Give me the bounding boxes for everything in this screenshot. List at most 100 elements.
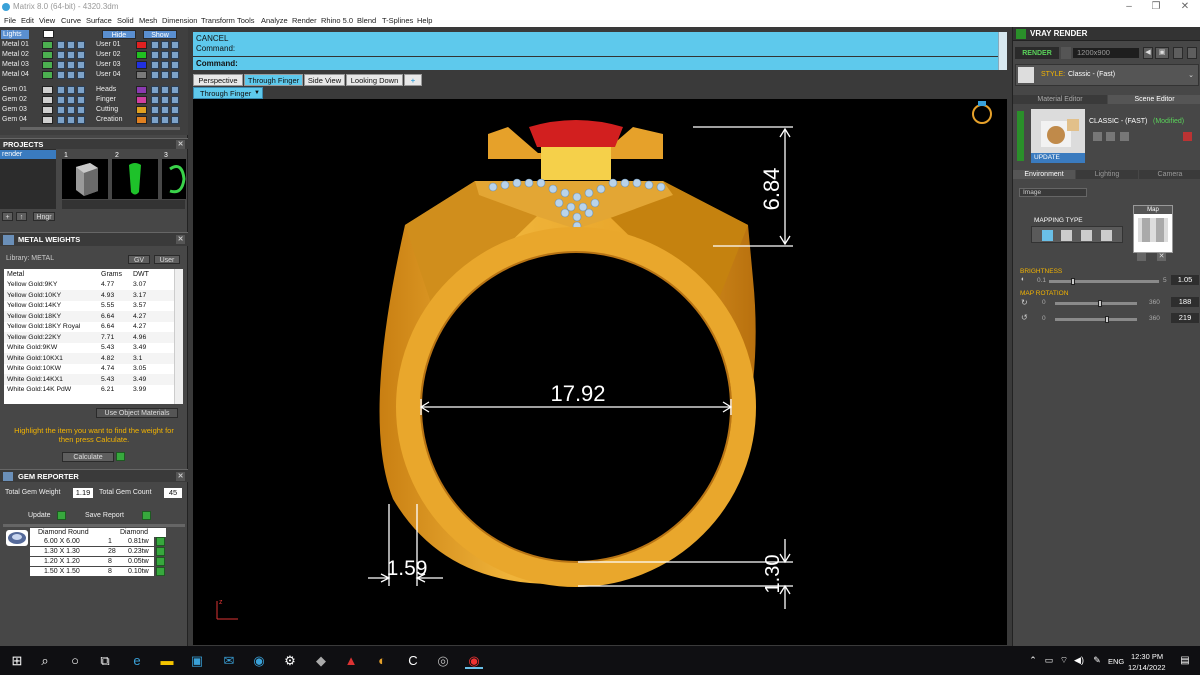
layer-right-1-label[interactable]: User 02	[96, 51, 121, 58]
layer-right-3-toggle-2[interactable]	[171, 71, 179, 79]
layer-right-3-label[interactable]: User 04	[96, 71, 121, 78]
rotation1-knob[interactable]	[1097, 300, 1102, 307]
layer-left-6-toggle-0[interactable]	[57, 106, 65, 114]
rhino-icon[interactable]: ◆	[312, 652, 330, 669]
table-row[interactable]: White Gold:14KX1 5.43 3.49	[4, 374, 174, 385]
layer-right-2-toggle-1[interactable]	[161, 61, 169, 69]
rotation1-value[interactable]: 188	[1171, 297, 1199, 307]
table-row[interactable]: White Gold:14K PdW 6.21 3.99	[4, 385, 174, 396]
layer-right-5-toggle-2[interactable]	[171, 96, 179, 104]
layer-left-4-toggle-2[interactable]	[77, 86, 85, 94]
layer-right-2-color[interactable]	[136, 61, 147, 69]
layer-right-3-color[interactable]	[136, 71, 147, 79]
layer-left-5-toggle-0[interactable]	[57, 96, 65, 104]
hide-toggle[interactable]: Hide	[102, 30, 136, 39]
layer-left-1-toggle-1[interactable]	[67, 51, 75, 59]
layer-right-6-toggle-1[interactable]	[161, 106, 169, 114]
layer-right-0-color[interactable]	[136, 41, 147, 49]
use-object-materials[interactable]: Use Object Materials	[96, 408, 178, 418]
menu-tsplines[interactable]: T-Splines	[382, 14, 413, 27]
menu-tools[interactable]: Tools	[237, 14, 255, 27]
update-go-icon[interactable]	[57, 511, 66, 520]
rotation2-slider[interactable]	[1055, 318, 1137, 321]
image-select[interactable]: Image	[1019, 188, 1087, 197]
layer-left-5-color[interactable]	[42, 96, 53, 104]
viewport-label[interactable]: Through Finger ▼	[193, 87, 263, 99]
layer-left-0-toggle-0[interactable]	[57, 41, 65, 49]
layer-right-6-toggle-0[interactable]	[151, 106, 159, 114]
layer-left-3-label[interactable]: Metal 04	[2, 71, 29, 78]
chevron-down-icon[interactable]: ⌄	[1188, 71, 1194, 79]
tab-lighting[interactable]: Lighting	[1076, 170, 1138, 179]
close-button[interactable]: ✕	[1172, 0, 1198, 14]
gem-row[interactable]: 1.50 X 1.50 8 0.10tw	[30, 567, 154, 576]
menu-edit[interactable]: Edit	[21, 14, 34, 27]
layer-right-4-toggle-2[interactable]	[171, 86, 179, 94]
project-up-button[interactable]: ↑	[16, 212, 27, 221]
layer-left-3-toggle-1[interactable]	[67, 71, 75, 79]
menu-analyze[interactable]: Analyze	[261, 14, 288, 27]
viewport[interactable]: 6.84 17.92 1.59 1.30 z	[193, 99, 1007, 645]
layer-right-4-label[interactable]: Heads	[96, 86, 116, 93]
menu-dimension[interactable]: Dimension	[162, 14, 197, 27]
layer-left-0-toggle-1[interactable]	[67, 41, 75, 49]
layer-right-7-label[interactable]: Creation	[96, 116, 122, 123]
clock-date[interactable]: 12/14/2022	[1128, 663, 1166, 672]
layer-left-7-color[interactable]	[42, 116, 53, 124]
layer-right-7-toggle-2[interactable]	[171, 116, 179, 124]
app-blue-icon[interactable]: ◉	[250, 652, 268, 669]
command-prompt[interactable]: Command:	[196, 59, 238, 68]
resolution-field[interactable]: 1200x900	[1073, 48, 1139, 58]
layer-right-2-toggle-0[interactable]	[151, 61, 159, 69]
tab-looking-down[interactable]: Looking Down	[346, 74, 403, 86]
layer-left-0-color[interactable]	[42, 41, 53, 49]
projects-close-icon[interactable]: ✕	[176, 140, 185, 149]
layer-left-6-toggle-2[interactable]	[77, 106, 85, 114]
table-row[interactable]: Yellow Gold:22KY 7.71 4.96	[4, 332, 174, 343]
table-row[interactable]: Yellow Gold:10KY 4.93 3.17	[4, 290, 174, 301]
layer-left-2-label[interactable]: Metal 03	[2, 61, 29, 68]
layer-left-5-toggle-2[interactable]	[77, 96, 85, 104]
command-area[interactable]: CANCEL Command: Command:	[193, 32, 1007, 70]
notifications-icon[interactable]: ▤	[1176, 652, 1194, 669]
layer-left-6-label[interactable]: Gem 03	[2, 106, 27, 113]
viewport-menu-icon[interactable]: ▼	[254, 88, 260, 99]
layer-left-2-toggle-1[interactable]	[67, 61, 75, 69]
save-report-label[interactable]: Save Report	[85, 512, 124, 519]
thumb-green-shape[interactable]	[112, 159, 158, 199]
save-report-go-icon[interactable]	[142, 511, 151, 520]
mapping-sphere-icon[interactable]	[1081, 230, 1092, 241]
gem-row-go-icon[interactable]	[156, 537, 165, 546]
layer-left-2-toggle-2[interactable]	[77, 61, 85, 69]
gem-row[interactable]: 1.20 X 1.20 8 0.05tw	[30, 557, 154, 566]
scene-action-3[interactable]	[1120, 132, 1129, 141]
layer-left-6-toggle-1[interactable]	[67, 106, 75, 114]
mapping-planar-icon[interactable]	[1042, 230, 1053, 241]
scene-action-1[interactable]	[1093, 132, 1102, 141]
windows-start-icon[interactable]: ⊞	[8, 652, 26, 669]
layer-left-7-toggle-1[interactable]	[67, 116, 75, 124]
brightness-value[interactable]: 1.05	[1171, 275, 1199, 285]
mapping-cylinder-icon[interactable]	[1101, 230, 1112, 241]
show-toggle[interactable]: Show	[143, 30, 177, 39]
layer-left-0-toggle-2[interactable]	[77, 41, 85, 49]
layer-left-4-label[interactable]: Gem 01	[2, 86, 27, 93]
layer-right-5-color[interactable]	[136, 96, 147, 104]
tab-through-finger[interactable]: Through Finger	[244, 74, 303, 86]
layer-right-3-toggle-0[interactable]	[151, 71, 159, 79]
tray-volume-icon[interactable]: ◀)	[1070, 652, 1088, 669]
thumb-cube[interactable]	[62, 159, 108, 199]
res-b-button[interactable]	[1187, 47, 1197, 59]
map-load-icon[interactable]	[1137, 253, 1146, 261]
tab-scene-editor[interactable]: Scene Editor	[1108, 95, 1200, 104]
layer-right-7-toggle-1[interactable]	[161, 116, 169, 124]
layer-right-0-toggle-0[interactable]	[151, 41, 159, 49]
table-row[interactable]: White Gold:9KW 5.43 3.49	[4, 343, 174, 354]
layer-left-7-toggle-0[interactable]	[57, 116, 65, 124]
file-explorer-icon[interactable]: ▬	[158, 652, 176, 669]
layer-left-7-toggle-2[interactable]	[77, 116, 85, 124]
clock-time[interactable]: 12:30 PM	[1131, 652, 1163, 661]
layer-right-1-toggle-1[interactable]	[161, 51, 169, 59]
table-row[interactable]: Yellow Gold:14KY 5.55 3.57	[4, 301, 174, 312]
project-add-button[interactable]: +	[2, 212, 13, 221]
